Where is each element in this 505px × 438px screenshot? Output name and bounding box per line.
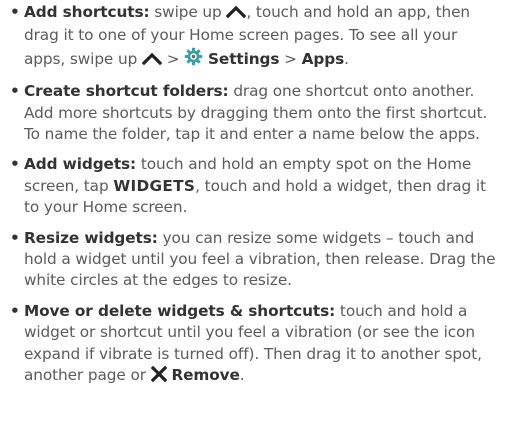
tip-create-shortcut-folders: • Create shortcut folders: drag one shor… [0, 81, 505, 145]
tip-term: Add widgets: [24, 155, 137, 174]
tip-add-shortcuts: • Add shortcuts: swipe up , touch and ho… [0, 2, 505, 72]
tip-term: Add shortcuts: [24, 3, 150, 21]
widgets-label: WIDGETS [113, 176, 196, 195]
settings-label: Settings [208, 49, 280, 68]
chevron-up-icon [141, 51, 163, 72]
chevron-up-icon [226, 4, 247, 25]
tips-list: • Add shortcuts: swipe up , touch and ho… [0, 2, 505, 398]
tip-text: . [344, 49, 349, 68]
tip-term: Resize widgets: [24, 228, 158, 247]
bullet: • [10, 155, 20, 174]
tip-add-widgets: • Add widgets: touch and hold an empty s… [0, 154, 505, 218]
separator: > [284, 49, 297, 68]
apps-label: Apps [301, 49, 345, 68]
tip-term: Create shortcut folders: [24, 82, 229, 101]
close-icon [150, 365, 167, 388]
bullet: • [10, 228, 20, 247]
tip-resize-widgets: • Resize widgets: you can resize some wi… [0, 228, 505, 292]
tip-move-delete-widgets: • Move or delete widgets & shortcuts: to… [0, 301, 505, 389]
tip-term: Move or delete widgets & shortcuts: [24, 301, 336, 320]
tip-text: swipe up [154, 3, 222, 21]
bullet: • [10, 301, 20, 320]
gear-icon [184, 47, 203, 72]
bullet: • [10, 82, 20, 101]
bullet: • [10, 3, 20, 21]
separator: > [166, 49, 180, 68]
tip-text: . [239, 366, 245, 385]
remove-label: Remove [171, 366, 240, 385]
